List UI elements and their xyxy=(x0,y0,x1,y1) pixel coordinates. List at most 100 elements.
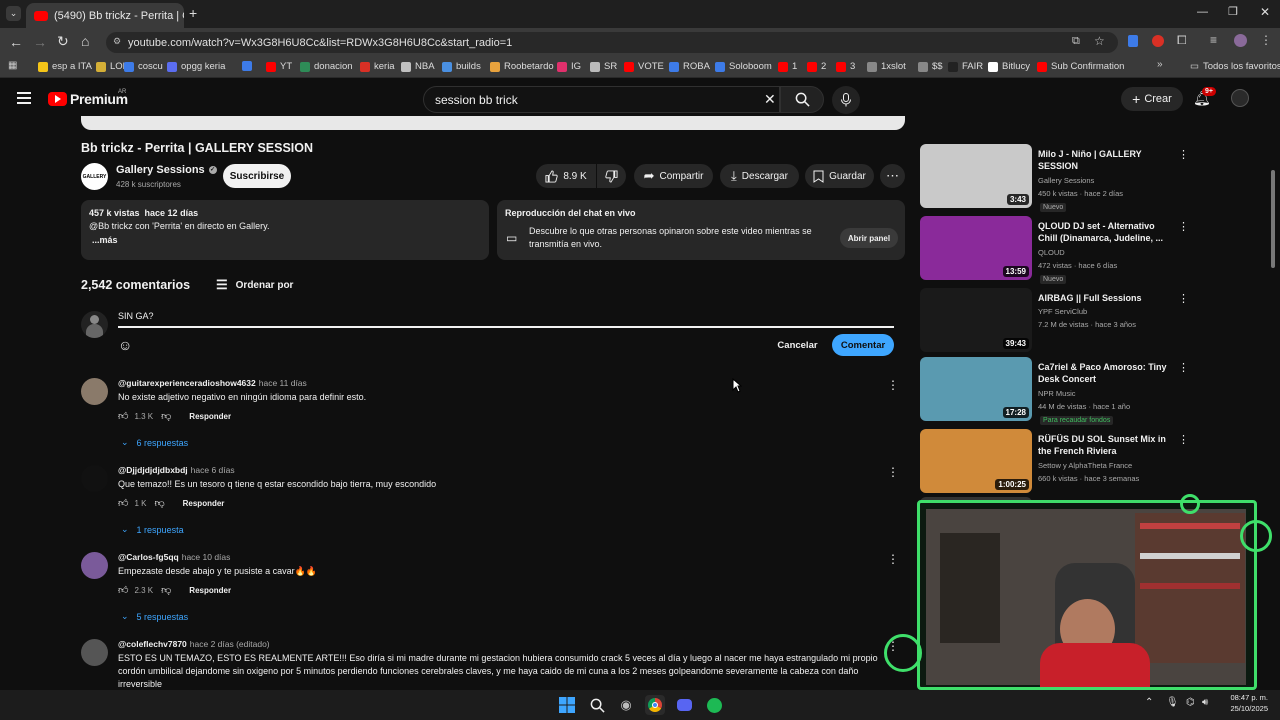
video-channel[interactable]: YPF ServiClub xyxy=(1038,307,1087,316)
video-title[interactable]: Ca7riel & Paco Amoroso: Tiny Desk Concer… xyxy=(1038,361,1174,385)
window-minimize-button[interactable]: — xyxy=(1197,6,1208,18)
hamburger-menu-icon[interactable] xyxy=(17,92,31,104)
emoji-icon[interactable]: ☺ xyxy=(118,337,132,353)
bookmark-item[interactable]: FAIR xyxy=(948,61,983,72)
bookmark-item[interactable]: builds xyxy=(442,61,481,72)
discord-icon[interactable] xyxy=(674,695,694,715)
voice-search-button[interactable] xyxy=(832,86,860,114)
back-arrow-icon[interactable]: ← xyxy=(9,34,23,50)
video-player[interactable] xyxy=(81,116,905,130)
recommended-video[interactable]: 3:43 Milo J - Niño | GALLERY SESSION Galle… xyxy=(920,144,1190,212)
video-menu-icon[interactable]: ⋮ xyxy=(1178,361,1189,374)
video-title[interactable]: AIRBAG || Full Sessions xyxy=(1038,292,1174,304)
channel-avatar[interactable]: GALLERY xyxy=(81,163,108,190)
bookmark-item[interactable] xyxy=(242,61,256,71)
video-channel[interactable]: Settow y AlphaTheta France xyxy=(1038,461,1132,470)
bookmark-item[interactable]: VOTE xyxy=(624,61,664,72)
submit-comment-button[interactable]: Comentar xyxy=(832,334,894,356)
channel-name[interactable]: Gallery Sessions ✓ xyxy=(116,164,217,176)
save-button[interactable]: Guardar xyxy=(805,164,874,188)
window-close-button[interactable]: ✕ xyxy=(1260,5,1270,19)
share-button[interactable]: ➦ Compartir xyxy=(634,164,713,188)
video-menu-icon[interactable]: ⋮ xyxy=(1178,433,1189,446)
bookmark-item[interactable]: 1xslot xyxy=(867,61,906,72)
video-menu-icon[interactable]: ⋮ xyxy=(1178,292,1189,305)
view-replies-button[interactable]: ⌄ 6 respuestas xyxy=(121,437,188,448)
recommended-video[interactable]: 17:28 Ca7riel & Paco Amoroso: Tiny Desk C… xyxy=(920,357,1190,425)
subscribe-button[interactable]: Suscribirse xyxy=(223,164,291,188)
comment-input-value[interactable]: SIN GA? xyxy=(118,311,154,321)
home-icon[interactable]: ⌂ xyxy=(81,33,89,49)
bookmark-item[interactable]: keria xyxy=(360,61,395,72)
browser-menu-icon[interactable]: ⋮ xyxy=(1260,33,1272,47)
video-channel[interactable]: QLOUD xyxy=(1038,248,1065,257)
bookmark-item[interactable]: YT xyxy=(266,61,292,72)
search-button[interactable] xyxy=(780,86,824,113)
install-icon[interactable]: ⧉ xyxy=(1072,35,1080,48)
reply-button[interactable]: Responder xyxy=(183,499,225,508)
search-input[interactable]: session bb trick ✕ xyxy=(423,86,780,113)
cancel-comment-button[interactable]: Cancelar xyxy=(770,334,825,356)
commenter-avatar[interactable] xyxy=(81,465,108,492)
window-maximize-button[interactable]: ❐ xyxy=(1228,5,1238,18)
youtube-logo-icon[interactable] xyxy=(48,92,67,106)
video-channel[interactable]: Gallery Sessions xyxy=(1038,176,1094,185)
video-menu-icon[interactable]: ⋮ xyxy=(1178,148,1189,161)
video-thumbnail[interactable]: 39:43 xyxy=(920,288,1032,352)
browser-tab-active[interactable]: (5490) Bb trickz - Perrita | GALLE ✕ xyxy=(26,3,184,28)
reply-button[interactable]: Responder xyxy=(189,412,231,421)
bookmark-item[interactable]: coscu xyxy=(124,61,163,72)
all-favorites-folder[interactable]: ▭ Todos los favoritos xyxy=(1190,61,1280,72)
open-chat-panel-button[interactable]: Abrir panel xyxy=(840,228,898,248)
description-box[interactable]: 457 k vistas hace 12 días @Bb trickz con… xyxy=(81,200,489,260)
site-info-icon[interactable]: ⚙ xyxy=(113,36,121,47)
dislike-button[interactable] xyxy=(597,164,626,188)
bookmark-item[interactable]: opgg keria xyxy=(167,61,225,72)
bookmark-item[interactable]: Roobetardo xyxy=(490,61,554,72)
extension-icon[interactable] xyxy=(1152,35,1164,47)
bookmark-item[interactable]: IG xyxy=(557,61,581,72)
commenter-avatar[interactable] xyxy=(81,639,108,666)
extensions-puzzle-icon[interactable]: ⧠ xyxy=(1177,33,1187,48)
commenter-handle[interactable]: @coleflechv7870 hace 2 días (editado) xyxy=(118,639,270,649)
account-avatar[interactable] xyxy=(1231,89,1249,107)
chrome-icon[interactable] xyxy=(645,695,665,715)
bookmark-item[interactable]: NBA xyxy=(401,61,435,72)
thumbs-down-icon[interactable]: 👎︎ xyxy=(161,410,171,422)
forward-arrow-icon[interactable]: → xyxy=(33,34,47,50)
comment-menu-icon[interactable]: ⋮ xyxy=(887,465,899,479)
profile-avatar[interactable] xyxy=(1234,34,1247,47)
more-actions-button[interactable]: ⋯ xyxy=(880,164,905,188)
address-bar[interactable]: ⚙ youtube.com/watch?v=Wx3G8H6U8Cc&list=R… xyxy=(106,32,1118,53)
taskbar-clock[interactable]: 08:47 p. m. 25/10/2025 xyxy=(1222,692,1268,714)
comment-menu-icon[interactable]: ⋮ xyxy=(887,552,899,566)
video-title[interactable]: Milo J - Niño | GALLERY SESSION xyxy=(1038,148,1174,172)
bookmark-item[interactable]: Soloboom xyxy=(715,61,772,72)
bookmark-item[interactable]: Sub Confirmation xyxy=(1037,61,1124,72)
bookmark-item[interactable]: 3 xyxy=(836,61,855,72)
video-title[interactable]: QLOUD DJ set - Alternativo Chill (Dinama… xyxy=(1038,220,1174,244)
bookmark-item[interactable]: donacion xyxy=(300,61,353,72)
recommended-video[interactable]: 13:59 QLOUD DJ set - Alternativo Chill (D… xyxy=(920,216,1190,284)
obs-icon[interactable]: ◉ xyxy=(616,695,636,715)
bookmark-item[interactable]: esp a ITA xyxy=(38,61,92,72)
comment-menu-icon[interactable]: ⋮ xyxy=(887,378,899,392)
video-channel[interactable]: NPR Music xyxy=(1038,389,1076,398)
thumbs-up-icon[interactable]: 👍︎ xyxy=(118,410,128,422)
video-thumbnail[interactable]: 13:59 xyxy=(920,216,1032,280)
thumbs-down-icon[interactable]: 👎︎ xyxy=(154,497,164,509)
video-thumbnail[interactable]: 17:28 xyxy=(920,357,1032,421)
tray-volume-icon[interactable]: 🔊︎ xyxy=(1202,697,1208,708)
recommended-video[interactable]: 39:43 AIRBAG || Full Sessions YPF ServiClu… xyxy=(920,288,1190,352)
commenter-handle[interactable]: @guitarexperienceradioshow4632 hace 11 dí… xyxy=(118,378,307,388)
commenter-handle[interactable]: @Carlos-fg5qq hace 10 días xyxy=(118,552,230,562)
like-button[interactable]: 8.9 K xyxy=(536,164,596,188)
thumbs-up-icon[interactable]: 👍︎ xyxy=(118,584,128,596)
tray-network-icon[interactable]: ⌬ xyxy=(1186,697,1195,708)
clear-search-icon[interactable]: ✕ xyxy=(764,91,776,108)
bookmark-item[interactable]: $$ xyxy=(918,61,943,72)
create-button[interactable]: + Crear xyxy=(1121,87,1183,111)
media-control-icon[interactable]: ≡ xyxy=(1210,33,1217,47)
thumbs-up-icon[interactable]: 👍︎ xyxy=(118,497,128,509)
recommended-video[interactable]: 1:00:25 RÜFÜS DU SOL Sunset Mix in the Fr… xyxy=(920,429,1190,493)
